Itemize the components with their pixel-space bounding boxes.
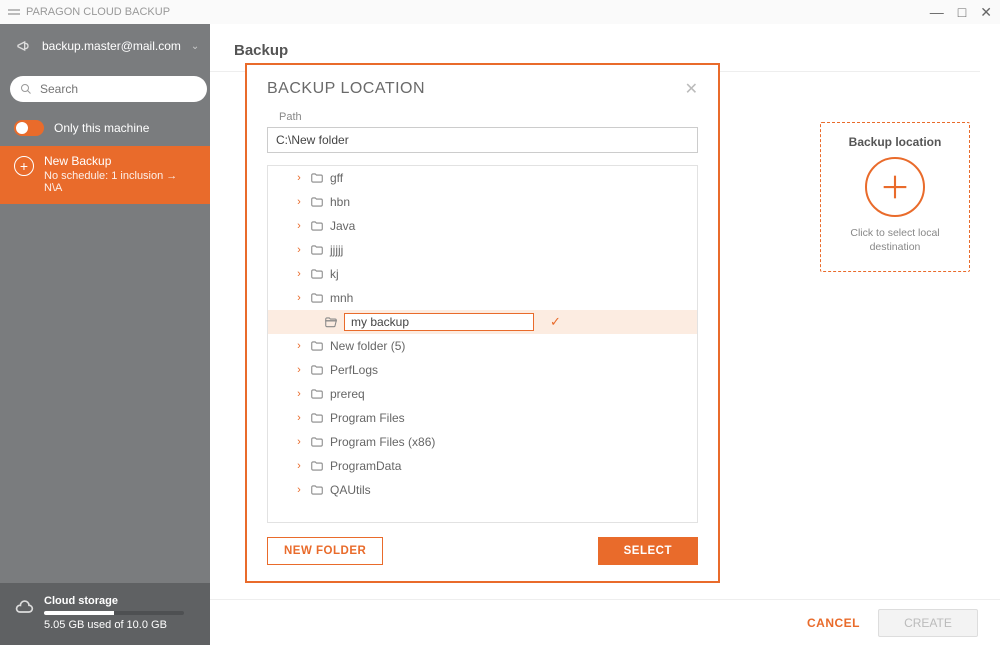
backup-location-dialog: BACKUP LOCATION ✕ Path › gff › hbn › Java › jjj… [245,63,720,583]
folder-icon [310,171,324,185]
chevron-right-icon[interactable]: › [294,436,304,448]
folder-icon [310,291,324,305]
plus-circle-large-icon [865,157,925,217]
folder-icon [310,483,324,497]
chevron-right-icon[interactable]: › [294,460,304,472]
page-title: Backup [210,24,1000,65]
app-title: PARAGON CLOUD BACKUP [26,6,170,18]
folder-row[interactable]: › Java [268,214,697,238]
folder-row[interactable]: › ProgramData [268,454,697,478]
folder-row[interactable]: › jjjjj [268,238,697,262]
folder-row[interactable]: › hbn [268,190,697,214]
folder-name-label: gff [330,171,343,185]
new-folder-button[interactable]: NEW FOLDER [267,537,383,565]
dest-card-caption: Click to select local destination [831,227,959,254]
sidebar-item-new-backup[interactable]: + New Backup No schedule: 1 inclusion → … [0,146,210,204]
folder-name-label: mnh [330,291,353,305]
chevron-right-icon[interactable]: › [294,484,304,496]
chevron-right-icon[interactable]: › [294,220,304,232]
chevron-right-icon[interactable]: › [294,268,304,280]
cloud-icon [14,597,34,631]
folder-icon [310,267,324,281]
megaphone-icon [16,38,32,54]
footer-bar: CANCEL CREATE [210,599,1000,645]
confirm-check-icon[interactable]: ✓ [550,314,561,330]
folder-icon [310,219,324,233]
toggle-switch-icon [14,120,44,136]
folder-icon [310,363,324,377]
folder-row[interactable]: › Program Files [268,406,697,430]
nav-item-subtitle: No schedule: 1 inclusion → N\A [44,170,196,194]
folder-icon [310,339,324,353]
folder-row[interactable]: › kj [268,262,697,286]
folder-name-label: prereq [330,387,365,401]
folder-tree[interactable]: › gff › hbn › Java › jjjjj › kj › mnh ✓ › New folder (… [267,165,698,523]
folder-row[interactable]: › gff [268,166,697,190]
folder-icon [324,315,338,329]
storage-progress-bar [44,611,184,615]
storage-title: Cloud storage [44,595,184,607]
folder-row[interactable]: › prereq [268,382,697,406]
chevron-right-icon[interactable]: › [294,388,304,400]
chevron-right-icon[interactable]: › [294,196,304,208]
dialog-title: BACKUP LOCATION [267,80,425,98]
path-label: Path [279,111,698,123]
folder-row[interactable]: › mnh [268,286,697,310]
only-this-machine-label: Only this machine [54,121,149,135]
folder-row[interactable]: › New folder (5) [268,334,697,358]
window-maximize-icon[interactable]: □ [958,4,966,21]
folder-name-label: PerfLogs [330,363,378,377]
folder-name-label: Java [330,219,355,233]
folder-icon [310,411,324,425]
folder-row[interactable]: › Program Files (x86) [268,430,697,454]
folder-name-input[interactable] [344,313,534,331]
folder-row[interactable]: › PerfLogs [268,358,697,382]
select-button[interactable]: SELECT [598,537,698,565]
create-button: CREATE [878,609,978,637]
titlebar: PARAGON CLOUD BACKUP — □ ✕ [0,0,1000,24]
account-switcher[interactable]: backup.master@mail.com ⌄ [0,24,210,68]
search-input[interactable] [10,76,207,102]
folder-name-label: Program Files [330,411,405,425]
folder-name-label: QAUtils [330,483,371,497]
folder-icon [310,435,324,449]
chevron-right-icon[interactable]: › [294,292,304,304]
folder-name-label: Program Files (x86) [330,435,435,449]
folder-icon [310,387,324,401]
window-close-icon[interactable]: ✕ [980,4,992,21]
folder-icon [310,243,324,257]
account-email: backup.master@mail.com [42,39,181,53]
plus-circle-icon: + [14,156,34,176]
cancel-button[interactable]: CANCEL [807,616,860,630]
folder-name-label: jjjjj [330,243,343,257]
folder-name-label: New folder (5) [330,339,405,353]
folder-name-label: hbn [330,195,350,209]
nav-item-title: New Backup [44,154,196,168]
dest-card-title: Backup location [849,135,942,149]
app-logo-icon [8,6,20,18]
folder-row[interactable]: ✓ [268,310,697,334]
folder-name-label: ProgramData [330,459,401,473]
folder-name-label: kj [330,267,339,281]
chevron-right-icon[interactable]: › [294,244,304,256]
search-icon [20,83,32,95]
storage-usage-text: 5.05 GB used of 10.0 GB [44,619,184,631]
sidebar: backup.master@mail.com ⌄ + ⌄ Only this m… [0,24,210,645]
window-minimize-icon[interactable]: — [930,4,944,21]
chevron-right-icon[interactable]: › [294,364,304,376]
folder-icon [310,459,324,473]
backup-location-card[interactable]: Backup location Click to select local de… [820,122,970,272]
chevron-right-icon[interactable]: › [294,172,304,184]
dialog-close-icon[interactable]: ✕ [685,79,698,99]
folder-row[interactable]: › QAUtils [268,478,697,502]
chevron-right-icon[interactable]: › [294,340,304,352]
chevron-down-icon: ⌄ [191,41,199,52]
only-this-machine-toggle[interactable]: Only this machine [0,110,210,146]
path-input[interactable] [267,127,698,153]
chevron-right-icon[interactable]: › [294,412,304,424]
storage-status: Cloud storage 5.05 GB used of 10.0 GB [0,583,210,645]
folder-icon [310,195,324,209]
